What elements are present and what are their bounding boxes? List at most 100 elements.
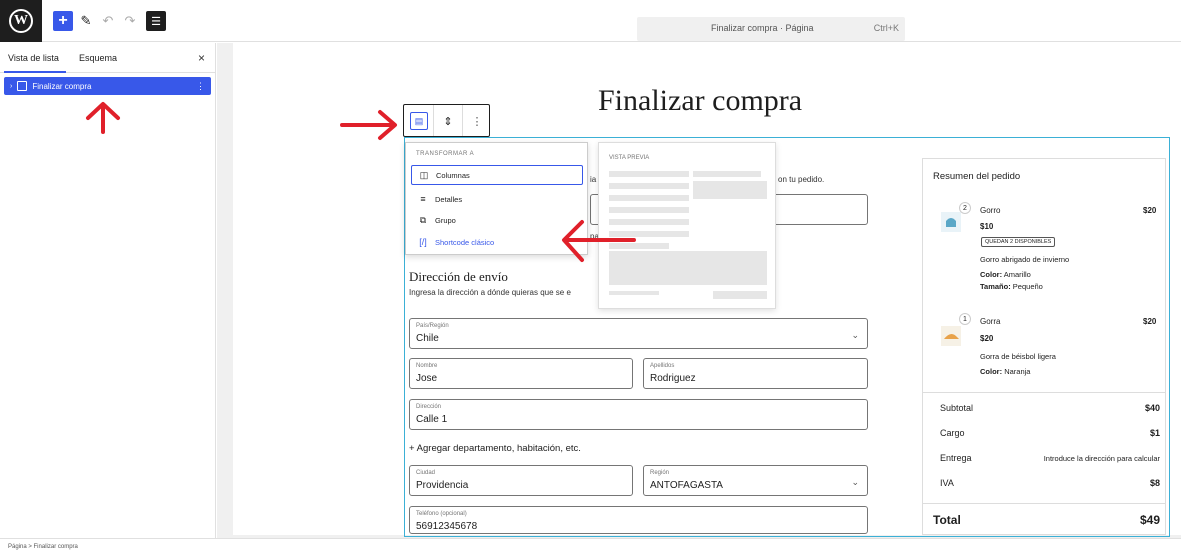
item-attribute-color: Color: Amarillo bbox=[980, 270, 1031, 279]
block-breadcrumb-bar: Página > Finalizar compra bbox=[0, 538, 1181, 554]
field-value: Chile bbox=[416, 333, 439, 344]
field-label: Nombre bbox=[416, 363, 438, 369]
field-value: Jose bbox=[416, 373, 438, 384]
item-price: $10 bbox=[980, 222, 994, 231]
attr-label: Tamaño: bbox=[980, 282, 1011, 291]
tax-label: IVA bbox=[940, 478, 954, 488]
pen-icon: ✎ bbox=[80, 13, 92, 28]
add-apartment-link[interactable]: + Agregar departamento, habitación, etc. bbox=[409, 443, 581, 454]
stock-badge: QUEDAN 2 DISPONIBLES bbox=[981, 237, 1056, 247]
page-block-icon bbox=[17, 81, 28, 91]
command-shortcut: Ctrl+K bbox=[873, 23, 899, 33]
group-icon: ⧉ bbox=[419, 214, 427, 225]
menu-item-details[interactable]: ≡ Detalles bbox=[411, 189, 583, 209]
first-name-field[interactable]: Nombre Jose bbox=[409, 358, 633, 389]
tax-row: IVA $8 bbox=[940, 478, 1160, 488]
tools-button[interactable]: ✎ bbox=[76, 11, 96, 31]
columns-icon: ◫ bbox=[419, 169, 429, 180]
wordpress-logo-icon[interactable]: W bbox=[0, 0, 42, 42]
divider bbox=[923, 392, 1165, 393]
block-type-button[interactable]: ▤ bbox=[410, 112, 428, 130]
breadcrumb[interactable]: Página > Finalizar compra bbox=[8, 544, 78, 550]
menu-header: TRANSFORMAR A bbox=[416, 151, 475, 157]
menu-item-label: Columnas bbox=[436, 170, 470, 180]
move-block-button[interactable]: ⇕ bbox=[439, 112, 457, 130]
city-field[interactable]: Ciudad Providencia bbox=[409, 465, 633, 496]
top-toolbar: W + ✎ ↶ ↷ ☰ Finalizar compra · Página Ct… bbox=[0, 0, 1181, 42]
tab-outline[interactable]: Esquema bbox=[79, 53, 117, 63]
shipping-value: $1 bbox=[1149, 428, 1160, 438]
close-icon[interactable]: × bbox=[198, 51, 205, 65]
attr-value: Pequeño bbox=[1012, 282, 1043, 291]
cap-thumbnail-icon bbox=[941, 326, 961, 346]
page-title[interactable]: Finalizar compra bbox=[598, 84, 802, 118]
drag-handle-icon: ⇕ bbox=[443, 115, 453, 128]
shipping-label: Cargo bbox=[940, 428, 965, 438]
country-select[interactable]: País/Región Chile ⌄ bbox=[409, 318, 868, 349]
annotation-arrow-up-icon bbox=[86, 102, 120, 134]
field-label: Apellidos bbox=[650, 363, 675, 369]
preview-line bbox=[693, 171, 761, 177]
field-label: Teléfono (opcional) bbox=[416, 511, 467, 517]
field-label: Ciudad bbox=[416, 470, 436, 476]
region-select[interactable]: Región ANTOFAGASTA ⌄ bbox=[643, 465, 868, 496]
total-row: Total $49 bbox=[933, 513, 1160, 527]
subtotal-value: $40 bbox=[1144, 403, 1160, 413]
checkout-block-icon: ▤ bbox=[414, 115, 424, 126]
tax-value: $8 bbox=[1149, 478, 1160, 488]
block-toolbar: ▤ ⇕ ⋮ bbox=[403, 104, 490, 137]
chevron-right-icon[interactable]: › bbox=[10, 83, 12, 90]
list-item-label: Finalizar compra bbox=[32, 81, 92, 91]
preview-line bbox=[609, 183, 689, 189]
quantity-badge: 1 bbox=[959, 313, 971, 325]
delivery-row: Entrega Introduce la dirección para calc… bbox=[940, 453, 1160, 463]
item-total: $20 bbox=[1143, 317, 1157, 326]
item-description: Gorro abrigado de invierno bbox=[980, 255, 1070, 264]
field-value: 56912345678 bbox=[416, 521, 478, 532]
preview-line bbox=[609, 207, 689, 213]
field-value: ANTOFAGASTA bbox=[650, 480, 723, 491]
shipping-description: Ingresa la dirección a dónde quieras que… bbox=[409, 288, 571, 297]
attr-label: Color: bbox=[980, 270, 1003, 279]
item-attribute-color: Color: Naranja bbox=[980, 367, 1030, 376]
field-label: País/Región bbox=[416, 323, 449, 329]
block-options-button[interactable]: ⋮ bbox=[468, 112, 486, 130]
list-item-checkout[interactable]: › Finalizar compra ⋮ bbox=[4, 77, 211, 95]
item-total: $20 bbox=[1143, 206, 1157, 215]
undo-button[interactable]: ↶ bbox=[98, 11, 118, 31]
field-value: Calle 1 bbox=[416, 414, 448, 425]
sidebar-tabs: Vista de lista Esquema × bbox=[0, 43, 215, 73]
form-fragment-top: on tu pedido. bbox=[778, 175, 825, 184]
options-icon[interactable]: ⋮ bbox=[196, 81, 205, 92]
field-value: Rodriguez bbox=[650, 373, 696, 384]
quantity-badge: 2 bbox=[959, 202, 971, 214]
details-icon: ≡ bbox=[420, 194, 426, 204]
tab-list-view[interactable]: Vista de lista bbox=[8, 53, 59, 63]
redo-button[interactable]: ↷ bbox=[120, 11, 140, 31]
field-value: Providencia bbox=[416, 480, 469, 491]
preview-line bbox=[609, 171, 689, 177]
more-vertical-icon: ⋮ bbox=[471, 115, 483, 128]
item-name: Gorra bbox=[980, 317, 1001, 326]
field-label: Región bbox=[650, 470, 670, 476]
toolbar-divider bbox=[433, 105, 434, 136]
menu-item-label: Detalles bbox=[435, 194, 463, 204]
list-view-button[interactable]: ☰ bbox=[146, 11, 166, 31]
item-name: Gorro bbox=[980, 206, 1001, 215]
last-name-field[interactable]: Apellidos Rodriguez bbox=[643, 358, 868, 389]
preview-header: VISTA PREVIA bbox=[609, 155, 650, 161]
annotation-arrow-right-icon bbox=[340, 110, 397, 140]
preview-line bbox=[609, 195, 689, 201]
plus-icon: + bbox=[58, 12, 68, 29]
attr-value: Amarillo bbox=[1003, 270, 1031, 279]
menu-item-columns[interactable]: ◫ Columnas bbox=[411, 165, 583, 185]
chevron-down-icon: ⌄ bbox=[851, 330, 859, 340]
add-block-button[interactable]: + bbox=[53, 11, 73, 31]
phone-field[interactable]: Teléfono (opcional) 56912345678 bbox=[409, 506, 868, 534]
form-fragment-left: ia bbox=[590, 175, 597, 184]
active-tab-indicator bbox=[4, 71, 66, 73]
item-description: Gorra de béisbol ligera bbox=[980, 352, 1056, 361]
address-field[interactable]: Dirección Calle 1 bbox=[409, 399, 868, 430]
command-palette-button[interactable]: Finalizar compra · Página Ctrl+K bbox=[637, 17, 905, 41]
menu-item-label: Shortcode clásico bbox=[435, 237, 495, 247]
